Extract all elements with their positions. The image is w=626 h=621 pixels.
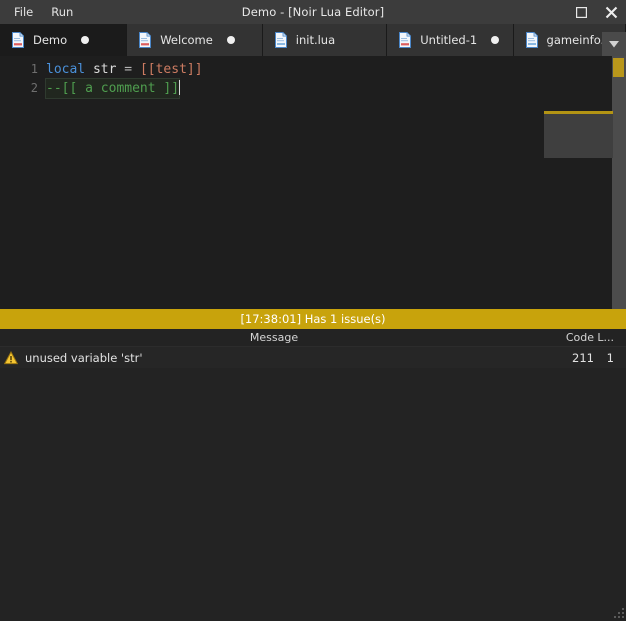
code-line: 1 local str = [[test]] bbox=[0, 60, 612, 82]
code-token-string: [[test]] bbox=[139, 62, 203, 77]
maximize-icon bbox=[575, 6, 587, 18]
column-header-line[interactable]: L... bbox=[594, 331, 626, 344]
tab-overflow-button[interactable] bbox=[602, 32, 626, 56]
close-button[interactable] bbox=[596, 0, 626, 24]
window-title: Demo - [Noir Lua Editor] bbox=[241, 5, 385, 19]
scrollbar-issue-marker[interactable] bbox=[613, 58, 624, 77]
document-icon bbox=[12, 32, 24, 48]
document-icon bbox=[399, 32, 412, 48]
code-token-operator: = bbox=[124, 62, 133, 77]
code-editor[interactable]: 1 local str = [[test]] 2 --[[ a comment … bbox=[0, 56, 612, 309]
tab-label: init.lua bbox=[295, 33, 336, 47]
title-bar: File Run Demo - [Noir Lua Editor] bbox=[0, 0, 626, 24]
status-bar[interactable]: [17:38:01] Has 1 issue(s) bbox=[0, 309, 626, 329]
table-row[interactable]: unused variable 'str' 211 1 bbox=[0, 347, 626, 368]
line-number: 2 bbox=[30, 81, 38, 95]
text-caret bbox=[179, 80, 181, 95]
issues-table-header: Message Code L... bbox=[0, 329, 626, 347]
tab-untitled-1[interactable]: Untitled-1 bbox=[387, 24, 514, 56]
status-bar-text: [17:38:01] Has 1 issue(s) bbox=[240, 312, 386, 326]
issue-line-cell: 1 bbox=[606, 350, 614, 365]
tab-label: gameinfo. bbox=[546, 33, 605, 47]
code-line: 2 --[[ a comment ]] bbox=[0, 78, 612, 99]
tab-label: Demo bbox=[33, 33, 68, 47]
tab-overflow-menu[interactable] bbox=[544, 111, 613, 158]
menu-run[interactable]: Run bbox=[42, 0, 82, 24]
tab-label: Welcome bbox=[160, 33, 213, 47]
tab-label: Untitled-1 bbox=[420, 33, 478, 47]
resize-grip-icon[interactable] bbox=[611, 606, 625, 620]
document-icon bbox=[274, 32, 287, 48]
code-token-comment: --[[ a comment ]] bbox=[44, 78, 181, 99]
close-icon bbox=[605, 6, 617, 18]
app-window: File Run Demo - [Noir Lua Editor] Demo W… bbox=[0, 0, 626, 621]
issues-table-body: unused variable 'str' 211 1 bbox=[0, 347, 626, 621]
tab-demo[interactable]: Demo bbox=[0, 24, 128, 56]
tab-welcome[interactable]: Welcome bbox=[127, 24, 263, 56]
line-number: 1 bbox=[30, 62, 38, 76]
code-token-keyword: local bbox=[46, 62, 86, 77]
editor-area: 1 local str = [[test]] 2 --[[ a comment … bbox=[0, 56, 626, 309]
tab-bar: Demo Welcome init.lua Untitled-1 gameinf… bbox=[0, 24, 626, 56]
scrollbar-thumb[interactable] bbox=[612, 56, 626, 309]
issues-panel: Message Code L... unused variable 'str' … bbox=[0, 329, 626, 621]
issue-message-text: unused variable 'str' bbox=[25, 350, 143, 365]
tab-modified-dot[interactable] bbox=[81, 36, 90, 44]
column-header-message[interactable]: Message bbox=[0, 331, 548, 344]
code-line-content: local str = [[test]] bbox=[46, 60, 203, 82]
document-icon bbox=[525, 32, 538, 48]
window-controls bbox=[566, 0, 626, 24]
maximize-button[interactable] bbox=[566, 0, 596, 24]
column-header-code[interactable]: Code bbox=[548, 331, 594, 344]
tab-modified-dot[interactable] bbox=[226, 36, 235, 44]
editor-vertical-scrollbar[interactable] bbox=[612, 56, 626, 309]
code-token-variable: str bbox=[92, 62, 117, 82]
tab-init-lua[interactable]: init.lua bbox=[262, 24, 388, 56]
document-icon bbox=[139, 32, 152, 48]
warning-icon bbox=[4, 350, 18, 364]
issue-code-cell: 211 bbox=[572, 350, 594, 365]
tab-modified-dot[interactable] bbox=[491, 36, 500, 44]
menu-file[interactable]: File bbox=[5, 0, 42, 24]
chevron-down-icon bbox=[609, 40, 619, 47]
code-line-content: --[[ a comment ]] bbox=[44, 78, 181, 99]
issue-message-cell: unused variable 'str' bbox=[0, 350, 548, 365]
